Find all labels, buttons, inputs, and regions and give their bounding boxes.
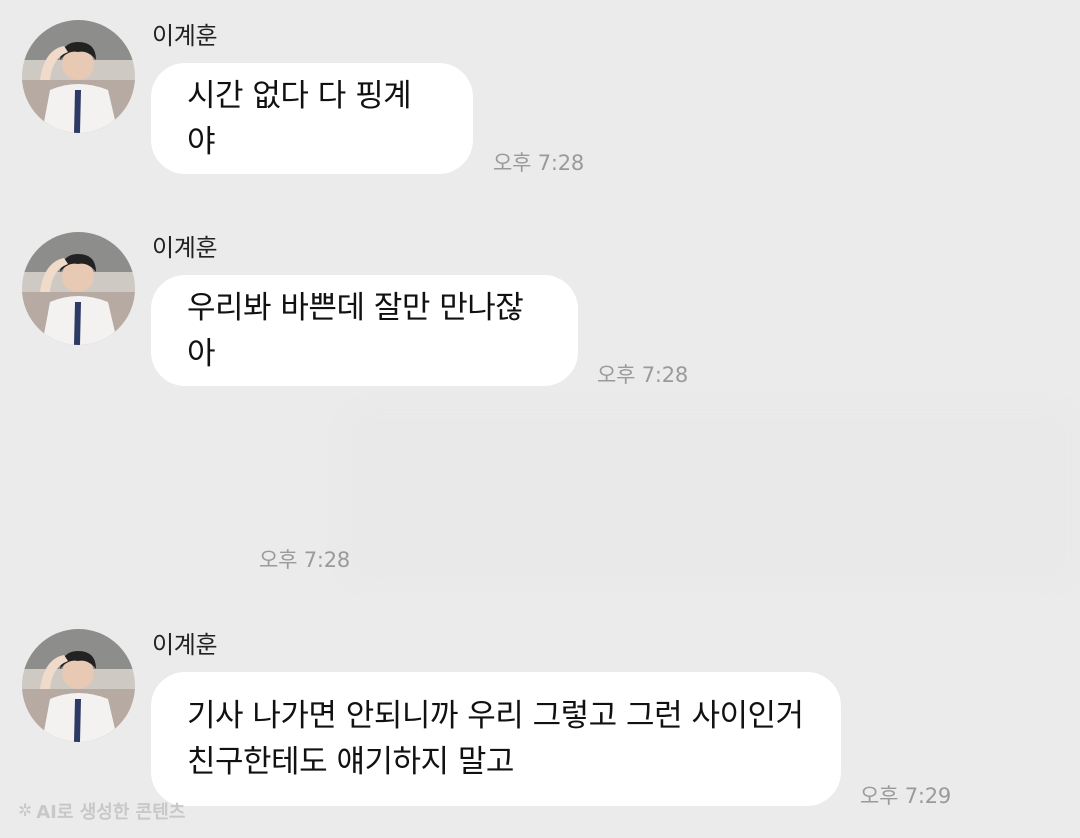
- blurred-message: [340, 405, 1080, 585]
- message-bubble[interactable]: 기사 나가면 안되니까 우리 그렇고 그런 사이인거 친구한테도 얘기하지 말고: [151, 672, 841, 806]
- profile-photo: [22, 232, 135, 345]
- sender-name: 이계훈: [152, 631, 218, 659]
- message-text-line: 기사 나가면 안되니까 우리 그렇고 그런 사이인거: [187, 698, 804, 734]
- profile-photo: [22, 20, 135, 133]
- timestamp: 오후 7:28: [259, 548, 351, 572]
- sender-name: 이계훈: [152, 234, 218, 262]
- watermark-text: AI로 생성한 콘텐츠: [36, 802, 186, 823]
- sparkle-icon: ✲: [18, 801, 33, 821]
- ai-watermark: ✲ AI로 생성한 콘텐츠: [18, 798, 185, 824]
- avatar[interactable]: [22, 629, 135, 742]
- message-text-line: 친구한테도 얘기하지 말고: [187, 744, 514, 780]
- timestamp: 오후 7:28: [493, 151, 585, 175]
- timestamp: 오후 7:28: [597, 363, 689, 387]
- message-text: 시간 없다 다 핑계야: [187, 77, 412, 160]
- sender-name: 이계훈: [152, 22, 218, 50]
- profile-photo: [22, 629, 135, 742]
- avatar[interactable]: [22, 232, 135, 345]
- timestamp: 오후 7:29: [860, 784, 952, 808]
- message-bubble[interactable]: 우리봐 바쁜데 잘만 만나잖아: [151, 275, 578, 386]
- message-bubble[interactable]: 시간 없다 다 핑계야: [151, 63, 473, 174]
- avatar[interactable]: [22, 20, 135, 133]
- message-text: 우리봐 바쁜데 잘만 만나잖아: [187, 289, 524, 372]
